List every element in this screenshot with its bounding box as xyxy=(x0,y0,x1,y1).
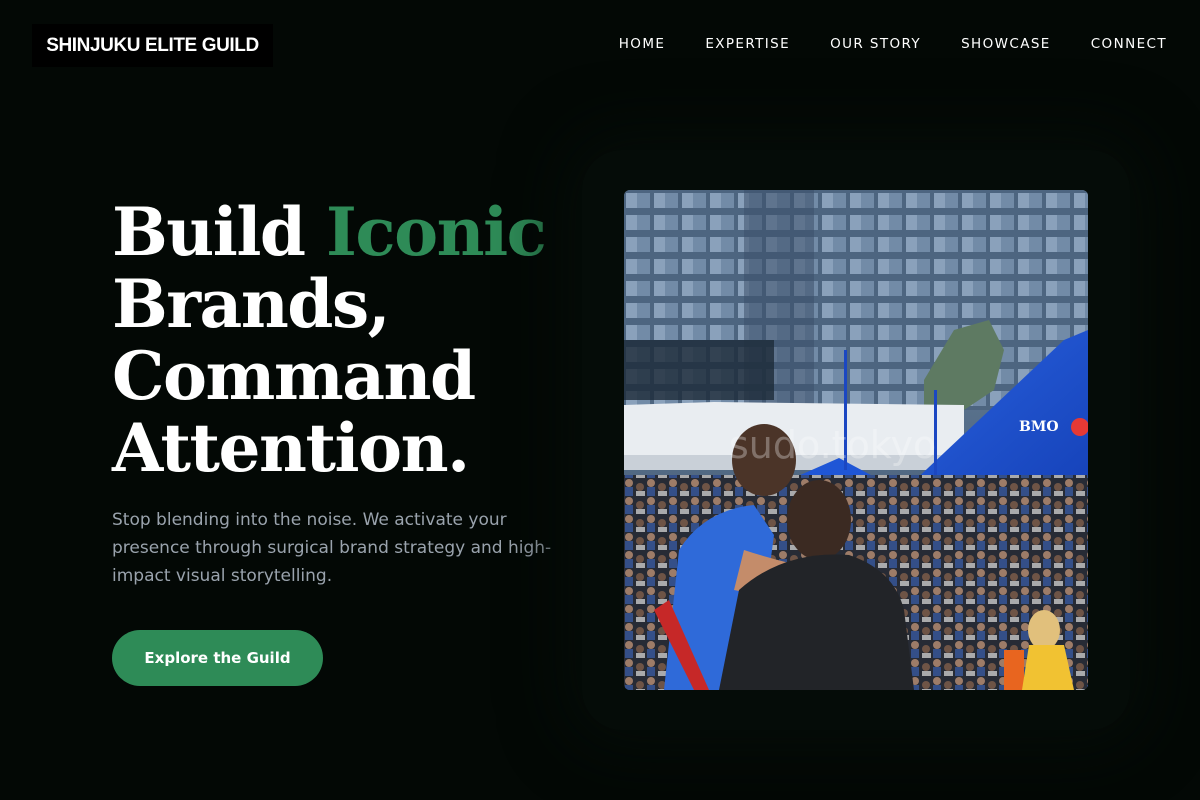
nav-showcase[interactable]: SHOWCASE xyxy=(961,36,1051,52)
nav-home[interactable]: HOME xyxy=(619,36,666,52)
hero-photo: BMO sudo.tokyo xyxy=(624,190,1088,690)
main-nav: HOME EXPERTISE OUR STORY SHOWCASE CONNEC… xyxy=(619,36,1167,52)
photo-watermark: sudo.tokyo xyxy=(729,423,936,467)
headline-accent-word: Iconic xyxy=(326,193,547,271)
nav-expertise[interactable]: EXPERTISE xyxy=(705,36,790,52)
site-logo[interactable]: SHINJUKU ELITE GUILD xyxy=(32,24,273,67)
headline-line-4: Attention. xyxy=(112,409,470,487)
festival-photo-illustration: BMO sudo.tokyo xyxy=(624,190,1088,690)
headline-word-build: Build xyxy=(112,193,306,271)
nav-our-story[interactable]: OUR STORY xyxy=(830,36,921,52)
nav-connect[interactable]: CONNECT xyxy=(1091,36,1167,52)
explore-guild-button[interactable]: Explore the Guild xyxy=(112,630,323,686)
headline-line-2: Brands, xyxy=(112,265,391,343)
headline-line-3: Command xyxy=(112,337,476,415)
hero-headline: Build Iconic Brands, Command Attention. xyxy=(112,193,547,487)
tent-sign-text: BMO xyxy=(1019,419,1059,435)
hero-subtext: Stop blending into the noise. We activat… xyxy=(112,510,552,586)
